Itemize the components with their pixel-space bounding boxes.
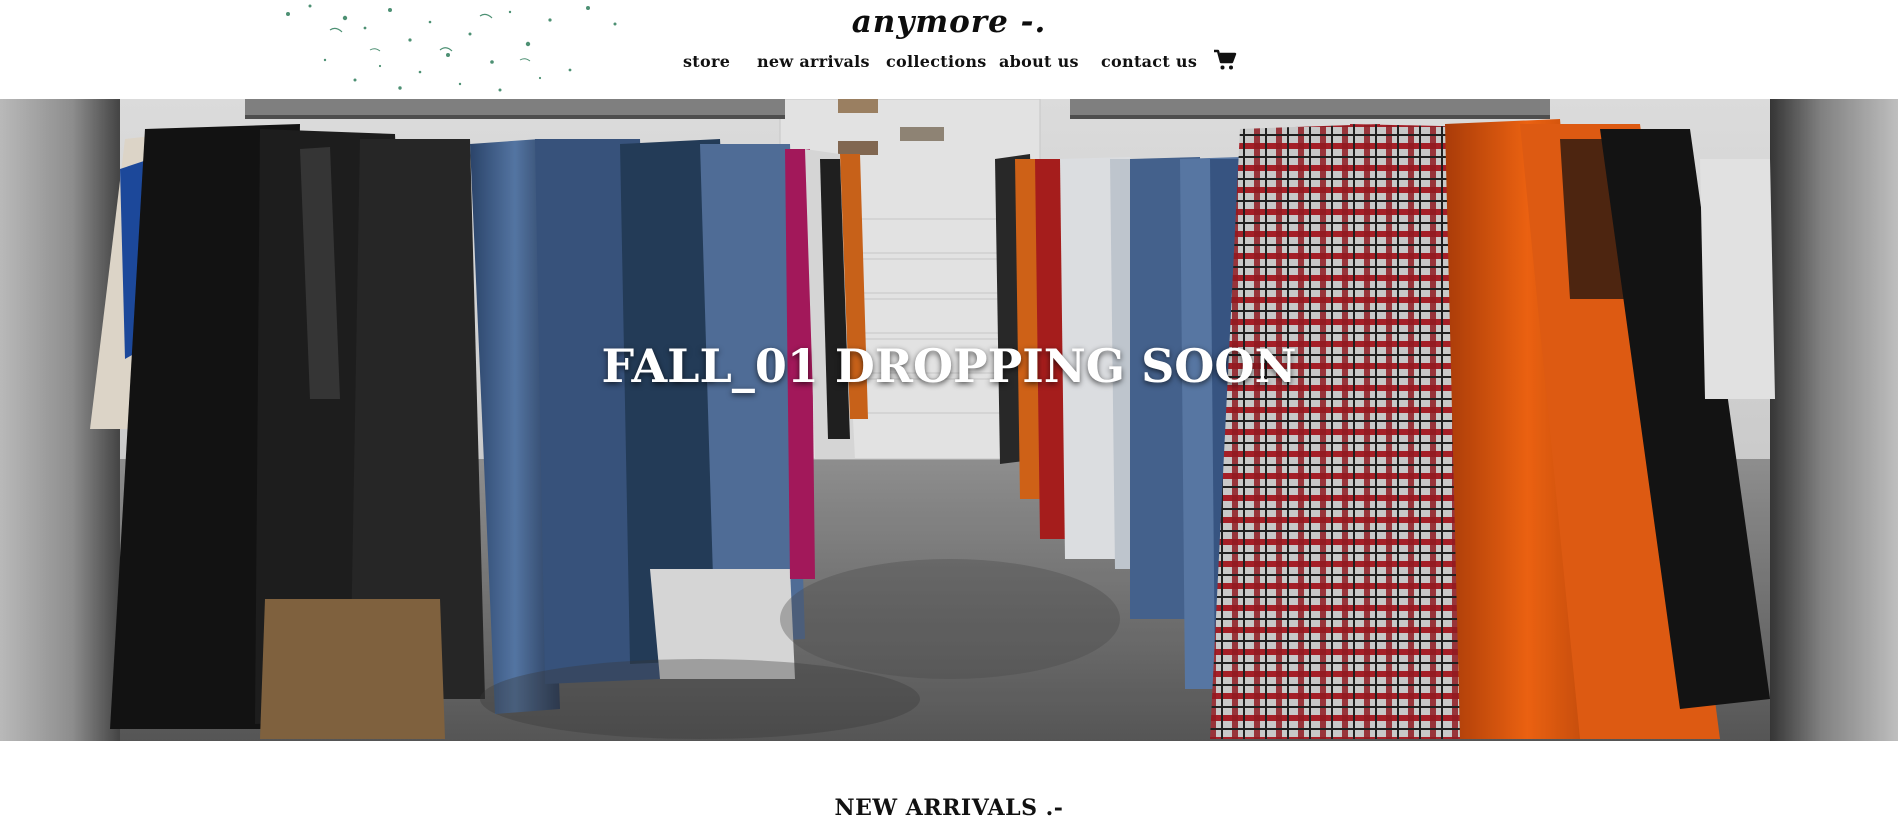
new-arrivals-heading: NEW ARRIVALS .- xyxy=(834,795,1064,821)
nav-item-about-us[interactable]: about us xyxy=(999,52,1079,71)
store-clothing-rack-image xyxy=(0,99,1898,741)
nav-item-store[interactable]: store xyxy=(683,52,730,71)
hero-title: FALL_01 DROPPING SOON xyxy=(601,339,1297,393)
nav-item-contact-us[interactable]: contact us xyxy=(1101,52,1197,71)
nav-item-collections[interactable]: collections xyxy=(886,52,987,71)
hero-banner: FALL_01 DROPPING SOON xyxy=(0,99,1898,741)
site-header: anymore -. store new arrivals collection… xyxy=(0,0,1898,99)
shopping-cart-icon[interactable] xyxy=(1213,48,1237,72)
brand-logo[interactable]: anymore -. xyxy=(0,4,1898,40)
nav-item-new-arrivals[interactable]: new arrivals xyxy=(757,52,870,71)
main-navigation: store new arrivals collections about us … xyxy=(0,52,1898,76)
